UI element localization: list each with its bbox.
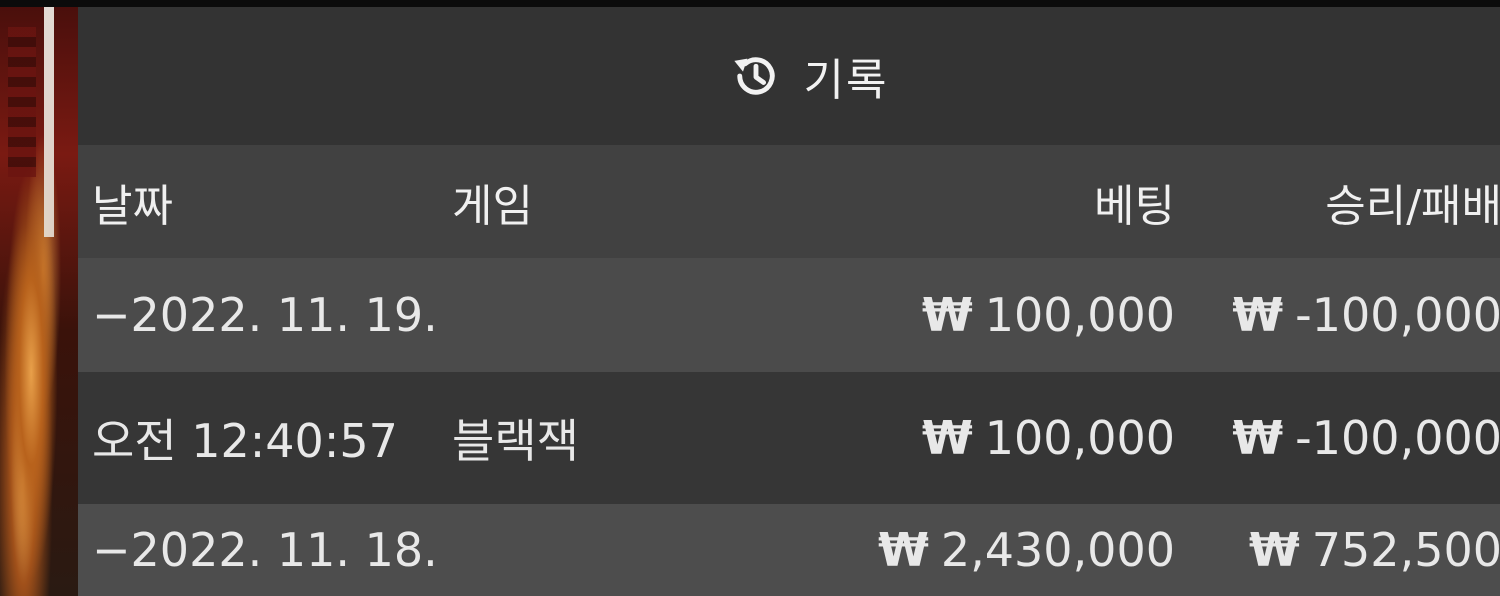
row-time: 오전 12:40:57 — [92, 414, 398, 468]
row-date: −2022. 11. 18. — [92, 523, 438, 577]
row-game: 블랙잭 — [452, 414, 579, 468]
won-symbol: ₩ — [1232, 288, 1283, 342]
winloss-amount: -100,000 — [1295, 411, 1500, 465]
row-date: −2022. 11. 19. — [92, 288, 438, 342]
bet-amount: 2,430,000 — [940, 523, 1175, 577]
col-bet-header: 베팅 — [1094, 180, 1175, 232]
col-game-header: 게임 — [452, 180, 533, 232]
bet-amount: 100,000 — [984, 288, 1175, 342]
row-bet: ₩100,000 — [922, 372, 1175, 504]
decor-pillar — [44, 7, 54, 237]
date-group-row[interactable]: −2022. 11. 18. ₩2,430,000 ₩752,500 — [78, 504, 1500, 596]
history-panel: 기록 날짜 게임 베팅 승리/패배 −2022. 11. 19. ₩100,00… — [78, 7, 1500, 596]
history-icon — [733, 57, 775, 95]
row-bet: ₩100,000 — [922, 258, 1175, 372]
decor-lattice — [8, 27, 36, 177]
table-header: 날짜 게임 베팅 승리/패배 — [78, 145, 1500, 258]
date-group-row[interactable]: −2022. 11. 19. ₩100,000 ₩ -100,000 — [78, 258, 1500, 372]
won-symbol: ₩ — [922, 411, 973, 465]
top-edge — [0, 0, 1500, 7]
won-symbol: ₩ — [1232, 411, 1283, 465]
background-artwork — [0, 7, 78, 596]
row-winloss: ₩ -100,000 — [1232, 372, 1500, 504]
won-symbol: ₩ — [878, 523, 929, 577]
history-header: 기록 — [78, 7, 1500, 145]
col-date-header: 날짜 — [92, 180, 173, 232]
col-winloss-header: 승리/패배 — [1325, 180, 1500, 232]
game-row[interactable]: 오전 12:40:57 블랙잭 ₩100,000 ₩ -100,000 — [78, 372, 1500, 504]
row-bet: ₩2,430,000 — [878, 504, 1175, 596]
won-symbol: ₩ — [1249, 523, 1300, 577]
bet-amount: 100,000 — [984, 411, 1175, 465]
winloss-amount: 752,500 — [1311, 523, 1500, 577]
won-symbol: ₩ — [922, 288, 973, 342]
row-winloss: ₩ -100,000 — [1232, 258, 1500, 372]
row-winloss: ₩752,500 — [1249, 504, 1500, 596]
page-title: 기록 — [803, 55, 889, 106]
winloss-amount: -100,000 — [1295, 288, 1500, 342]
